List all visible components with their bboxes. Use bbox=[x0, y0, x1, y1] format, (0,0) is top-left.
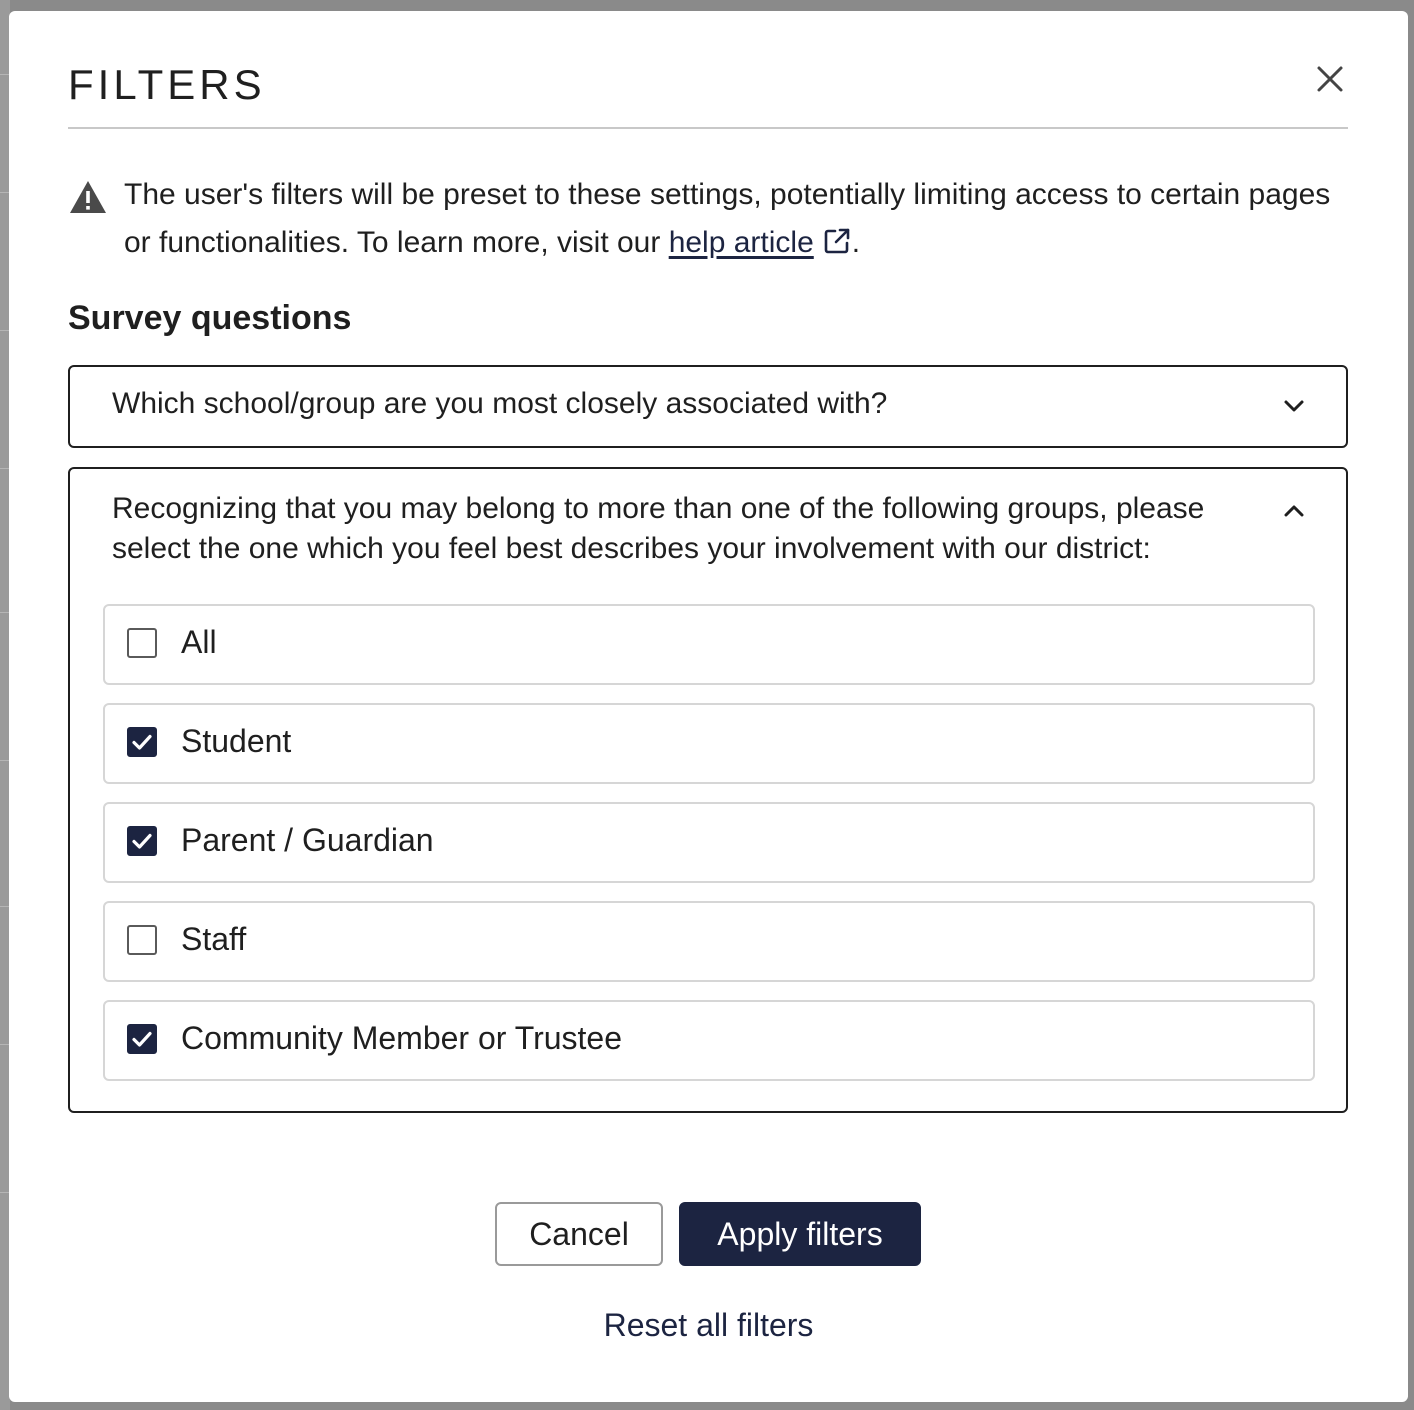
option-label: Parent / Guardian bbox=[181, 822, 434, 858]
option-all[interactable]: All bbox=[103, 604, 1315, 685]
checkbox-unchecked[interactable] bbox=[127, 628, 157, 658]
option-student[interactable]: Student bbox=[103, 703, 1315, 784]
notice-text: The user's filters will be preset to the… bbox=[124, 171, 1344, 267]
checkbox-unchecked[interactable] bbox=[127, 925, 157, 955]
modal-header: FILTERS bbox=[68, 55, 1348, 129]
external-link-icon[interactable] bbox=[822, 226, 852, 256]
question-label: Recognizing that you may belong to more … bbox=[112, 492, 1205, 565]
modal-title: FILTERS bbox=[68, 61, 266, 108]
question-label: Which school/group are you most closely … bbox=[112, 387, 888, 420]
option-community-member-trustee[interactable]: Community Member or Trustee bbox=[103, 1000, 1315, 1081]
close-icon bbox=[1317, 66, 1343, 92]
chevron-down-icon bbox=[1284, 400, 1304, 412]
chevron-up-icon[interactable] bbox=[1282, 499, 1306, 523]
option-label: Staff bbox=[181, 921, 247, 957]
reset-all-filters-link[interactable]: Reset all filters bbox=[9, 1307, 1408, 1344]
filters-modal: FILTERS The user's filters will be prese… bbox=[9, 11, 1408, 1402]
question-accordion-school-group[interactable]: Which school/group are you most closely … bbox=[68, 365, 1348, 448]
checkbox-checked[interactable] bbox=[127, 727, 157, 757]
option-parent-guardian[interactable]: Parent / Guardian bbox=[103, 802, 1315, 883]
notice-text-end: . bbox=[851, 226, 861, 259]
option-label: Community Member or Trustee bbox=[181, 1020, 623, 1056]
apply-filters-button[interactable]: Apply filters bbox=[679, 1202, 921, 1266]
checkmark-icon bbox=[132, 734, 152, 750]
section-heading: Survey questions bbox=[68, 299, 352, 337]
option-label: All bbox=[181, 624, 217, 660]
question-accordion-involvement: Recognizing that you may belong to more … bbox=[68, 467, 1348, 1113]
warning-icon bbox=[70, 181, 106, 213]
checkbox-checked[interactable] bbox=[127, 826, 157, 856]
help-article-link[interactable]: help article bbox=[669, 226, 814, 259]
close-button[interactable] bbox=[1312, 61, 1348, 97]
help-article-link-label: help article bbox=[668, 226, 814, 259]
checkbox-checked[interactable] bbox=[127, 1024, 157, 1054]
checkmark-icon bbox=[132, 833, 152, 849]
cancel-button[interactable]: Cancel bbox=[495, 1202, 663, 1266]
checkmark-icon bbox=[132, 1031, 152, 1047]
option-label: Student bbox=[181, 723, 292, 759]
option-staff[interactable]: Staff bbox=[103, 901, 1315, 982]
